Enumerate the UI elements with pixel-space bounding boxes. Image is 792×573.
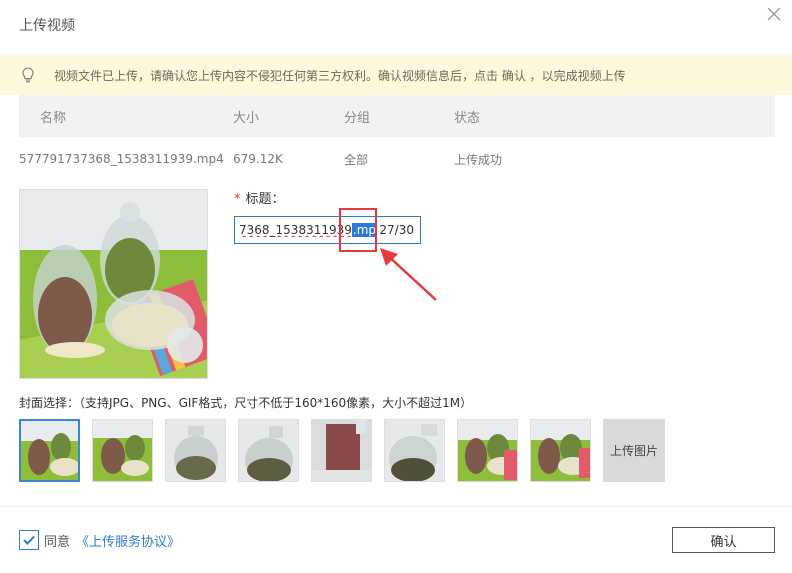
title-input-text: 7368_1538311939 [239, 223, 352, 237]
upload-notice: 视频文件已上传，请确认您上传内容不侵犯任何第三方权利。确认视频信息后，点击 确认… [0, 55, 792, 95]
cover-thumbnail[interactable] [311, 419, 372, 482]
cover-thumbnail[interactable] [19, 419, 80, 482]
footer-divider [0, 506, 792, 507]
cover-thumbnail[interactable] [165, 419, 226, 482]
cover-thumbnail[interactable] [238, 419, 299, 482]
file-table: 名称 大小 分组 状态 577791737368_1538311939.mp4 … [19, 95, 775, 181]
video-preview [19, 189, 208, 379]
notice-text: 视频文件已上传，请确认您上传内容不侵犯任何第三方权利。确认视频信息后，点击 确认… [54, 68, 626, 83]
cover-thumbnail[interactable] [457, 419, 518, 482]
table-row: 577791737368_1538311939.mp4 679.12K 全部 上… [19, 137, 775, 181]
annotation-arrow [380, 248, 437, 301]
cover-thumbnail[interactable] [92, 419, 153, 482]
close-icon[interactable] [764, 4, 784, 24]
agreement-row: 同意 《上传服务协议》 [19, 530, 180, 550]
title-label: * 标题： [234, 192, 285, 207]
annotation-highlight-box [339, 208, 377, 252]
confirm-button[interactable]: 确认 [672, 527, 775, 553]
col-header-size: 大小 [233, 110, 260, 126]
agree-checkbox[interactable] [19, 530, 39, 550]
checkmark-icon [23, 535, 35, 545]
col-header-group: 分组 [344, 110, 371, 126]
title-input[interactable]: 7368_1538311939.mp4 27/30 [234, 216, 421, 244]
cover-thumbnails: 上传图片 [19, 419, 665, 482]
file-group: 全部 [344, 152, 369, 167]
required-mark: * [234, 192, 241, 207]
lightbulb-icon [22, 67, 34, 83]
cover-thumbnail[interactable] [384, 419, 445, 482]
col-header-name: 名称 [40, 110, 67, 126]
cover-thumbnail[interactable] [530, 419, 591, 482]
col-header-status: 状态 [454, 110, 481, 126]
upload-image-button[interactable]: 上传图片 [603, 419, 665, 482]
dialog-title: 上传视频 [19, 18, 75, 34]
cover-selection-label: 封面选择：（支持JPG、PNG、GIF格式，尺寸不低于160*160像素，大小不… [19, 396, 473, 410]
table-header: 名称 大小 分组 状态 [19, 95, 775, 137]
file-size: 679.12K [233, 152, 283, 166]
char-count: 27/30 [379, 223, 414, 237]
file-name: 577791737368_1538311939.mp4 [19, 152, 224, 166]
agree-label: 同意 [44, 534, 71, 550]
file-status: 上传成功 [454, 152, 503, 167]
agreement-link[interactable]: 《上传服务协议》 [76, 531, 180, 550]
